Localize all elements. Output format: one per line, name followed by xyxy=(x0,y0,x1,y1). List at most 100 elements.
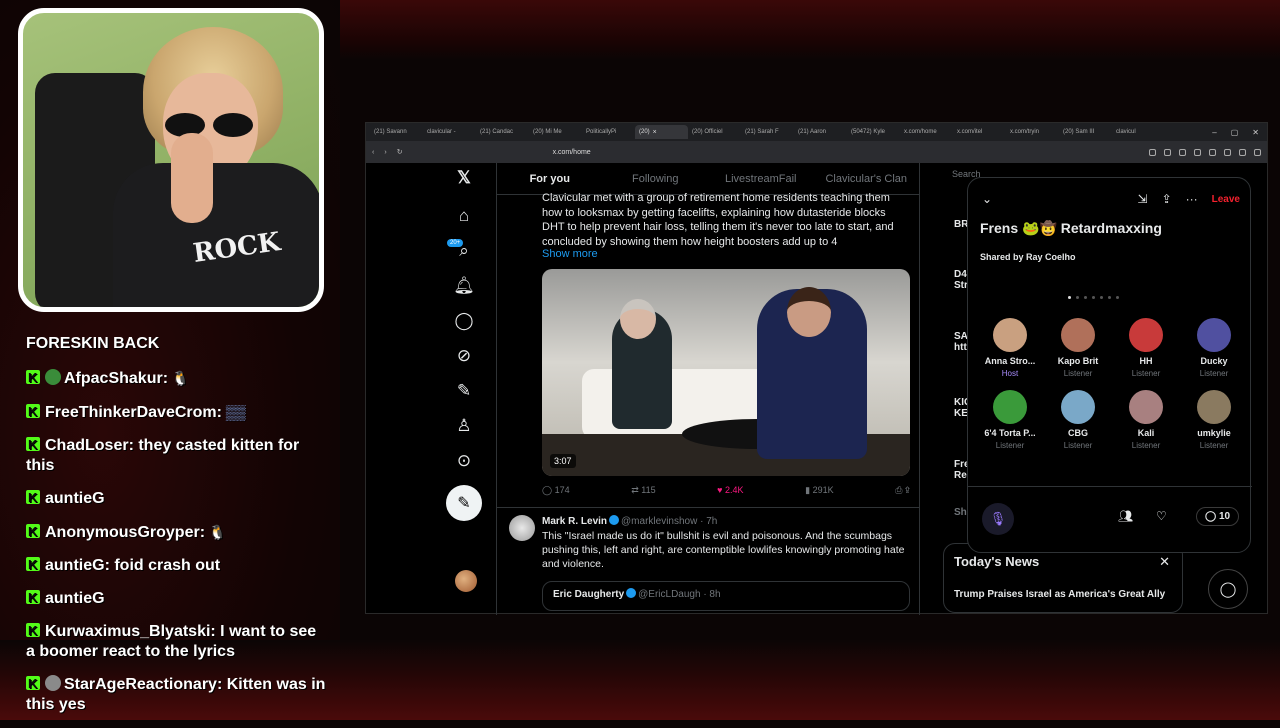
chat-username[interactable]: AfpacShakur xyxy=(64,370,163,387)
extension-icon[interactable] xyxy=(1149,148,1156,156)
tab-label: x.com/tryin xyxy=(1010,129,1040,135)
like-button[interactable]: ♥ 2.4K xyxy=(717,485,743,496)
user-badge-icon xyxy=(45,369,61,385)
maximize-icon[interactable]: ▢ xyxy=(1231,128,1239,137)
post-button[interactable]: ✎ xyxy=(446,485,482,521)
browser-tab[interactable]: (50472) Kyle xyxy=(847,125,900,139)
account-avatar[interactable] xyxy=(455,570,477,592)
chat-username[interactable]: auntieG xyxy=(45,557,105,574)
participant[interactable]: HH Listener xyxy=(1112,318,1180,378)
browser-tab[interactable]: (20) Mi Me xyxy=(529,125,582,139)
back-icon[interactable]: ‹ xyxy=(372,149,374,156)
extension-icon[interactable] xyxy=(1194,148,1201,156)
tab-claviculars-clan[interactable]: Clavicular's Clan xyxy=(814,173,920,185)
browser-tab[interactable]: (21) Aaron xyxy=(794,125,847,139)
post-video[interactable]: 3:07 xyxy=(542,269,910,476)
extension-icon[interactable] xyxy=(1164,148,1171,156)
chat-username[interactable]: ChadLoser xyxy=(45,437,129,454)
chat-username[interactable]: auntieG xyxy=(45,490,105,507)
url-field[interactable]: x.com/home xyxy=(553,149,591,156)
close-icon[interactable]: ✕ xyxy=(1159,554,1170,570)
browser-tab[interactable]: (21) Sarah F xyxy=(741,125,794,139)
browser-window: (21) Savann clavicular - (21) Candac (20… xyxy=(365,122,1268,615)
share-icon[interactable]: ⇪ xyxy=(1162,192,1172,206)
author-avatar[interactable] xyxy=(509,515,535,541)
news-headline[interactable]: Trump Praises Israel as America's Great … xyxy=(954,589,1172,600)
post-time: · 7h xyxy=(700,516,718,527)
extension-icon[interactable] xyxy=(1254,148,1261,156)
participant[interactable]: Kapo Brit Listener xyxy=(1044,318,1112,378)
home-icon[interactable]: ⌂ xyxy=(453,205,475,227)
browser-tab[interactable]: x.com/home xyxy=(900,125,953,139)
browser-tab[interactable]: x.com/tryin xyxy=(1006,125,1059,139)
comments-button[interactable]: ◯ 10 xyxy=(1196,507,1240,526)
shared-by: Shared by Ray Coelho xyxy=(980,252,1076,262)
window-controls: – ▢ ✕ xyxy=(1212,128,1267,137)
participant-name: umkylie xyxy=(1197,428,1231,438)
tab-label: x.com/home xyxy=(904,129,937,135)
chat-message: FreeThinkerDaveCrom: ▒▒ xyxy=(26,402,326,423)
participant[interactable]: Ducky Listener xyxy=(1180,318,1248,378)
chat-text: foid crash out xyxy=(109,557,221,574)
tab-following[interactable]: Following xyxy=(603,173,709,185)
close-window-icon[interactable]: ✕ xyxy=(1252,128,1259,137)
extension-icon[interactable] xyxy=(1224,148,1231,156)
forward-icon[interactable]: › xyxy=(384,149,386,156)
messages-fab[interactable]: ◯ xyxy=(1208,569,1248,609)
browser-tab[interactable]: (21) Candac xyxy=(476,125,529,139)
browser-tab-active[interactable]: (20) × xyxy=(635,125,688,139)
views-button[interactable]: ▮ 291K xyxy=(805,485,833,496)
people-icon[interactable]: 👥︎ xyxy=(1118,509,1133,523)
more-icon[interactable]: ··· xyxy=(1186,192,1198,206)
minimize-icon[interactable]: – xyxy=(1212,128,1216,137)
extension-icon[interactable] xyxy=(1239,148,1246,156)
browser-tab[interactable]: clavicul xyxy=(1112,125,1165,139)
browser-tab[interactable]: x.com/itel xyxy=(953,125,1006,139)
repost-button[interactable]: ⇄ 115 xyxy=(631,485,655,496)
participant[interactable]: Anna Stro... Host xyxy=(976,318,1044,378)
close-icon[interactable]: × xyxy=(653,129,659,136)
show-more-link[interactable]: Show more xyxy=(542,248,598,260)
tab-label: (20) Mi Me xyxy=(533,129,562,135)
tab-label: clavicul xyxy=(1116,129,1136,135)
tab-livestreamfail[interactable]: LivestreamFail xyxy=(708,173,814,185)
chat-username[interactable]: StarAgeReactionary xyxy=(64,676,217,693)
minimize-space-icon[interactable]: ⇲ xyxy=(1138,192,1148,206)
participant[interactable]: CBG Listener xyxy=(1044,390,1112,450)
quoted-post[interactable]: Eric Daugherty @EricLDaugh · 8h xyxy=(542,581,910,611)
browser-tab[interactable]: (20) Sam III xyxy=(1059,125,1112,139)
leave-button[interactable]: Leave xyxy=(1212,194,1240,205)
profile-icon[interactable]: ♙ xyxy=(453,415,475,437)
grok-icon[interactable]: ⊘ xyxy=(453,345,475,367)
extension-icon[interactable] xyxy=(1179,148,1186,156)
messages-icon[interactable]: ◯ xyxy=(453,310,475,332)
tab-for-you[interactable]: For you xyxy=(497,173,603,185)
author-name[interactable]: Mark R. Levin xyxy=(542,516,607,527)
participant[interactable]: 6'4 Torta P... Listener xyxy=(976,390,1044,450)
participant[interactable]: umkylie Listener xyxy=(1180,390,1248,450)
browser-tab[interactable]: clavicular - xyxy=(423,125,476,139)
chat-username[interactable]: auntieG xyxy=(45,590,105,607)
browser-tab[interactable]: (21) Savann xyxy=(370,125,423,139)
react-icon[interactable]: ♡ xyxy=(1156,509,1167,523)
extension-icon[interactable] xyxy=(1209,148,1216,156)
more-icon[interactable]: ⊙ xyxy=(453,450,475,472)
notifications-icon[interactable]: 🔔︎ xyxy=(453,275,475,297)
chat-username[interactable]: FreeThinkerDaveCrom xyxy=(45,404,217,421)
participant[interactable]: Kali Listener xyxy=(1112,390,1180,450)
author-handle[interactable]: @marklevinshow xyxy=(621,516,697,527)
mic-icon[interactable]: 🎙︎ xyxy=(982,503,1014,535)
reload-icon[interactable]: ↻ xyxy=(397,148,403,156)
participant-name: Anna Stro... xyxy=(984,356,1036,366)
chat-username[interactable]: Kurwaximus_Blyatski xyxy=(45,623,210,640)
reply-button[interactable]: ◯ 174 xyxy=(542,485,570,496)
browser-tab[interactable]: (20) Officiel xyxy=(688,125,741,139)
chevron-down-icon[interactable]: ⌄ xyxy=(982,192,992,206)
divider xyxy=(497,507,919,508)
browser-tab[interactable]: PoliticallyPi xyxy=(582,125,635,139)
bookmark-share[interactable]: ⎙ ⇪ xyxy=(895,485,910,496)
lists-icon[interactable]: ✎ xyxy=(453,380,475,402)
x-logo-icon[interactable]: 𝕏 xyxy=(453,167,475,189)
like-count: 2.4K xyxy=(725,485,744,495)
chat-username[interactable]: AnonymousGroyper xyxy=(45,524,200,541)
